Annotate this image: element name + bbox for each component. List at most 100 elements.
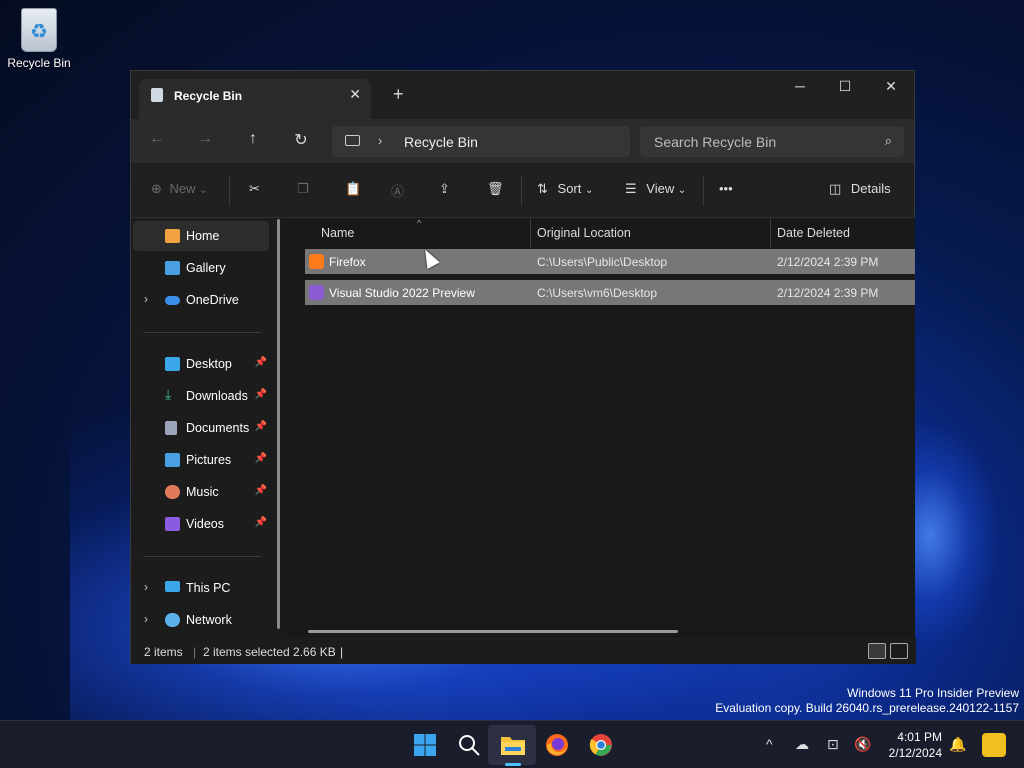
breadcrumb-chevron-icon[interactable]: › xyxy=(378,133,382,148)
sidebar-item-music[interactable]: Music 📌 xyxy=(133,477,269,507)
share-icon[interactable]: ⇪ xyxy=(439,181,450,197)
breadcrumb[interactable]: Recycle Bin xyxy=(404,134,478,150)
sidebar-item-pictures[interactable]: Pictures 📌 xyxy=(133,445,269,475)
onedrive-offline-icon[interactable]: ☁ xyxy=(795,736,809,753)
details-pane-icon: ◫ xyxy=(829,181,842,196)
computer-icon xyxy=(345,135,360,146)
paste-icon[interactable]: 📋 xyxy=(345,181,361,197)
sidebar-item-videos[interactable]: Videos 📌 xyxy=(133,509,269,539)
address-bar[interactable]: › Recycle Bin xyxy=(332,126,630,157)
copy-icon[interactable]: ❐ xyxy=(297,181,309,197)
sidebar-item-documents[interactable]: Documents 📌 xyxy=(133,413,269,443)
column-header-name[interactable]: Name xyxy=(289,218,529,248)
sidebar-item-downloads[interactable]: ⤓ Downloads 📌 xyxy=(133,381,269,411)
onedrive-icon xyxy=(165,296,180,305)
os-watermark: Windows 11 Pro Insider Preview Evaluatio… xyxy=(715,686,1019,716)
gallery-icon xyxy=(165,261,180,275)
watermark-line-2: Evaluation copy. Build 26040.rs_prerelea… xyxy=(715,701,1019,715)
start-button[interactable] xyxy=(413,733,437,757)
original-location: C:\Users\Public\Desktop xyxy=(537,255,668,269)
expand-chevron-icon[interactable]: › xyxy=(144,292,148,306)
sidebar-item-gallery[interactable]: Gallery xyxy=(133,253,269,283)
column-header-label: Date Deleted xyxy=(777,226,850,240)
expand-chevron-icon[interactable]: › xyxy=(144,612,148,626)
view-list-icon: ☰ xyxy=(625,181,637,196)
sidebar-item-this-pc[interactable]: › This PC xyxy=(133,573,269,603)
sidebar-item-onedrive[interactable]: › OneDrive xyxy=(133,285,269,315)
windows-logo-icon xyxy=(414,734,436,756)
search-button[interactable] xyxy=(457,733,481,757)
search-icon[interactable]: ⌕ xyxy=(885,133,892,149)
new-tab-button[interactable]: + xyxy=(393,84,404,105)
new-label: New xyxy=(169,181,196,196)
maximize-button[interactable]: ☐ xyxy=(835,78,855,95)
recycle-bin-icon xyxy=(151,88,163,102)
large-icons-view-icon[interactable] xyxy=(890,643,908,659)
details-label: Details xyxy=(850,181,891,196)
chrome-taskbar-button[interactable] xyxy=(589,733,613,757)
rename-icon[interactable]: Ⓐ xyxy=(391,181,404,200)
selection-info: 2 items selected 2.66 KB xyxy=(203,645,336,659)
show-hidden-icons-button[interactable]: ^ xyxy=(766,736,773,752)
sidebar-divider xyxy=(143,332,261,333)
search-box[interactable]: ⌕ xyxy=(640,126,904,157)
desktop-recycle-bin[interactable]: Recycle Bin xyxy=(4,6,74,70)
horizontal-scrollbar[interactable] xyxy=(308,630,678,633)
volume-muted-icon[interactable]: 🔇 xyxy=(854,736,871,753)
minimize-button[interactable]: ─ xyxy=(790,78,810,94)
close-tab-icon[interactable]: ✕ xyxy=(349,86,361,103)
delete-icon[interactable]: 🗑 xyxy=(487,181,504,197)
sidebar-item-label: Music xyxy=(186,485,219,499)
forward-button[interactable]: → xyxy=(195,130,215,148)
active-app-indicator xyxy=(505,763,521,766)
sidebar-item-label: Desktop xyxy=(186,357,232,371)
details-button[interactable]: ◫ Details xyxy=(829,181,891,197)
tab-title: Recycle Bin xyxy=(174,89,243,103)
details-view-icon[interactable] xyxy=(868,643,886,659)
tab-recycle-bin[interactable]: Recycle Bin ✕ xyxy=(139,79,371,119)
toolbar-divider xyxy=(229,176,230,206)
status-separator: | xyxy=(340,645,344,659)
file-explorer-taskbar-button[interactable] xyxy=(500,733,525,757)
column-header-date-deleted[interactable]: Date Deleted xyxy=(771,218,915,248)
view-button[interactable]: ☰ View ⌄ xyxy=(625,181,686,197)
toolbar-divider xyxy=(703,176,704,206)
clock[interactable]: 4:01 PM 2/12/2024 xyxy=(882,729,942,761)
sidebar-scrollbar[interactable] xyxy=(277,219,280,629)
search-icon xyxy=(459,735,480,756)
pin-icon: 📌 xyxy=(254,517,267,528)
sidebar-item-home[interactable]: Home xyxy=(133,221,269,251)
file-name: Firefox xyxy=(329,255,366,269)
back-button[interactable]: ← xyxy=(147,130,167,148)
original-location: C:\Users\vm6\Desktop xyxy=(537,286,658,300)
notification-bell-icon[interactable]: 🔔 xyxy=(949,736,966,753)
cut-icon[interactable]: ✂ xyxy=(249,181,260,197)
network-status-icon[interactable]: ⊡ xyxy=(827,736,839,753)
more-options-button[interactable]: ••• xyxy=(719,181,733,196)
sidebar-item-label: This PC xyxy=(186,581,231,595)
up-button[interactable]: ↑ xyxy=(243,130,263,148)
chevron-down-icon: ⌄ xyxy=(585,185,594,196)
pictures-icon xyxy=(165,453,180,467)
title-bar: Recycle Bin ✕ + ─ ☐ ✕ xyxy=(131,71,914,119)
new-button[interactable]: ⊕ New ⌄ xyxy=(151,181,208,197)
refresh-button[interactable]: ↻ xyxy=(291,130,311,150)
firefox-taskbar-button[interactable] xyxy=(545,733,569,757)
expand-chevron-icon[interactable]: › xyxy=(144,580,148,594)
table-row[interactable]: Visual Studio 2022 Preview C:\Users\vm6\… xyxy=(305,280,915,305)
table-row[interactable]: Firefox C:\Users\Public\Desktop 2/12/202… xyxy=(305,249,915,274)
toolbar-divider xyxy=(521,176,522,206)
sidebar-item-desktop[interactable]: Desktop 📌 xyxy=(133,349,269,379)
column-header-label: Original Location xyxy=(537,226,631,240)
pin-icon: 📌 xyxy=(254,357,267,368)
close-button[interactable]: ✕ xyxy=(881,78,901,95)
sidebar-item-network[interactable]: › Network xyxy=(133,605,269,635)
search-input[interactable] xyxy=(640,126,870,157)
sidebar-item-label: Videos xyxy=(186,517,224,531)
sidebar-item-label: Pictures xyxy=(186,453,232,467)
column-header-original-location[interactable]: Original Location xyxy=(531,218,769,248)
date-deleted: 2/12/2024 2:39 PM xyxy=(777,255,879,269)
insider-preview-icon[interactable] xyxy=(982,733,1006,757)
sort-button[interactable]: ⇅ Sort ⌄ xyxy=(537,181,593,197)
file-explorer-window: Recycle Bin ✕ + ─ ☐ ✕ ← → ↑ ↻ › Recycle … xyxy=(130,70,916,664)
